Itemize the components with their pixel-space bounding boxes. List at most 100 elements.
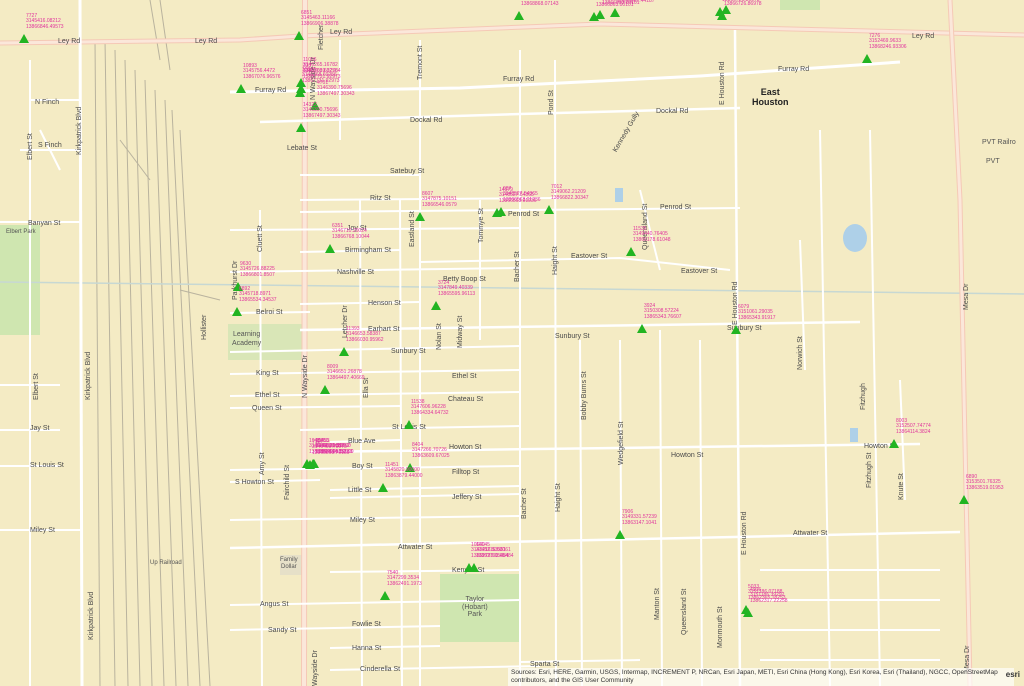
point-marker[interactable] bbox=[595, 10, 605, 19]
point-marker[interactable] bbox=[544, 205, 554, 214]
place-elbert-park: Elbert Park bbox=[6, 229, 36, 235]
street-manton-st: Manton St bbox=[654, 588, 661, 620]
street-monmouth-st: Monmouth St bbox=[717, 606, 724, 648]
point-marker[interactable] bbox=[496, 207, 506, 216]
point-label: 6890 3153501.76325 13863519.01953 bbox=[966, 474, 1004, 491]
street-ella-st: Ella St bbox=[363, 377, 370, 398]
point-marker[interactable] bbox=[626, 247, 636, 256]
street-fletcher: Fletcher bbox=[318, 24, 325, 50]
place-taylor-park: Taylor (Hobart) Park bbox=[462, 596, 488, 619]
street-hanna-st: Hanna St bbox=[352, 645, 382, 652]
street-furray-rd-c: Furray Rd bbox=[503, 76, 535, 83]
street-penrod-st-e: Penrod St bbox=[660, 204, 692, 211]
point-label: 3924 3150308.57224 13865343.76607 bbox=[644, 303, 682, 320]
street-boy-st: Boy St bbox=[352, 463, 373, 470]
street-kirkpatrick-n: Kirkpatrick Blvd bbox=[76, 106, 83, 155]
street-little-st: Little St bbox=[348, 487, 372, 494]
point-marker[interactable] bbox=[637, 324, 647, 333]
place-east-houston: East Houston bbox=[752, 87, 789, 107]
street-knute-st: Knute St bbox=[898, 473, 905, 500]
point-label: 6079 3151061.29035 13865343.91917 bbox=[738, 304, 776, 321]
street-bacher-st-s: Bacher St bbox=[521, 488, 528, 519]
point-label: 5558 3149862.52271 13866867.44187 bbox=[617, 0, 655, 4]
point-marker[interactable] bbox=[380, 591, 390, 600]
street-st-louis-st-w: St Louis St bbox=[30, 462, 64, 469]
point-marker[interactable] bbox=[339, 347, 349, 356]
elbert-park-area bbox=[0, 225, 40, 335]
street-furray-rd-w: Furray Rd bbox=[255, 87, 287, 94]
street-s-finch: S Finch bbox=[38, 142, 62, 149]
basemap bbox=[0, 0, 1024, 686]
point-marker[interactable] bbox=[615, 530, 625, 539]
point-marker[interactable] bbox=[236, 84, 246, 93]
street-wayside-s: Wayside Dr bbox=[312, 650, 319, 686]
street-ethel-st-w: Ethel St bbox=[255, 392, 280, 399]
street-dockal-rd-e: Dockal Rd bbox=[656, 108, 689, 115]
street-amy-st: Amy St bbox=[259, 452, 266, 475]
point-marker[interactable] bbox=[309, 459, 319, 468]
street-bacher-st-n: Bacher St bbox=[514, 251, 521, 282]
point-marker[interactable] bbox=[741, 605, 751, 614]
street-attwater-st-e: Attwater St bbox=[793, 530, 828, 537]
point-label: 11393 3146653.58387 13866030.95962 bbox=[346, 326, 384, 343]
point-label: 7012 3149062.21209 13866822.30347 bbox=[551, 184, 589, 201]
street-ley-rd-w: Ley Rd bbox=[58, 38, 81, 45]
street-jay-st: Jay St bbox=[30, 425, 50, 432]
street-wedgefield-st: Wedgefield St bbox=[618, 421, 625, 465]
street-queen-st: Queen St bbox=[252, 405, 282, 412]
street-howton-st-c: Howton St bbox=[449, 444, 482, 451]
point-marker[interactable] bbox=[889, 439, 899, 448]
point-label: 8404 3147266.70726 13863609.67025 bbox=[412, 442, 450, 459]
point-marker[interactable] bbox=[514, 11, 524, 20]
point-label: 6892 3145718.8971 13865534.34537 bbox=[239, 286, 277, 303]
point-label: 5033 3151186.07188 13862365.18253 bbox=[748, 584, 786, 601]
point-marker[interactable] bbox=[731, 325, 741, 334]
street-norwich-st: Norwich St bbox=[797, 336, 804, 370]
street-nolan-st: Nolan St bbox=[436, 323, 443, 350]
point-marker[interactable] bbox=[19, 34, 29, 43]
street-tremont-st: Tremont St bbox=[417, 45, 424, 80]
street-elbert-st-s: Elbert St bbox=[33, 373, 40, 400]
street-elbert-st-n: Elbert St bbox=[27, 133, 34, 160]
street-ethel-st-e: Ethel St bbox=[452, 373, 477, 380]
street-mesa-dr-n: Mesa Dr bbox=[963, 283, 970, 310]
point-marker[interactable] bbox=[717, 11, 727, 20]
point-label: 7906 3149331.57239 13863147.1041 bbox=[622, 509, 657, 526]
street-eastover-st-w: Eastover St bbox=[571, 253, 608, 260]
street-e-houston-rd-n: E Houston Rd bbox=[719, 61, 726, 105]
point-label: 11453 3146620.10000 13864960.50000 bbox=[316, 438, 354, 455]
street-ley-rd-e: Ley Rd bbox=[912, 33, 935, 40]
street-lebate-st: Lebate St bbox=[287, 145, 317, 152]
map-canvas[interactable]: East Houston Learning Academy Family Dol… bbox=[0, 0, 1024, 686]
point-marker[interactable] bbox=[294, 31, 304, 40]
point-marker[interactable] bbox=[431, 301, 441, 310]
point-label: 11451 3145820.90000 13863879.44000 bbox=[385, 462, 423, 479]
point-label: 6351 3146710.20024 13866768.10044 bbox=[332, 223, 370, 240]
street-howton-st-e: Howton St bbox=[671, 452, 704, 459]
street-cinderella-st: Cinderella St bbox=[360, 666, 401, 673]
place-learning-academy: Learning Academy bbox=[232, 331, 262, 347]
point-marker[interactable] bbox=[325, 244, 335, 253]
street-miley-st-w: Miley St bbox=[30, 527, 55, 534]
street-fairchild-st: Fairchild St bbox=[284, 464, 291, 500]
place-pvt-railroad: PVT Railro bbox=[982, 139, 1016, 146]
street-sunbury-st-w: Sunbury St bbox=[391, 348, 426, 355]
point-label: 8607 3147875.10151 13866546.0579 bbox=[422, 191, 457, 208]
point-marker[interactable] bbox=[610, 8, 620, 17]
street-penrod-st-w: Penrod St bbox=[508, 211, 540, 218]
street-jeffery-st: Jeffery St bbox=[452, 494, 482, 501]
point-marker[interactable] bbox=[378, 483, 388, 492]
point-marker[interactable] bbox=[232, 307, 242, 316]
point-marker[interactable] bbox=[469, 563, 479, 572]
point-marker[interactable] bbox=[296, 123, 306, 132]
point-marker[interactable] bbox=[415, 212, 425, 221]
point-marker[interactable] bbox=[320, 385, 330, 394]
point-label: 6851 3145463.11166 13866906.38878 bbox=[301, 10, 339, 27]
street-midway-st: Midway St bbox=[457, 315, 464, 348]
point-marker[interactable] bbox=[959, 495, 969, 504]
point-marker[interactable] bbox=[862, 54, 872, 63]
water-small bbox=[615, 188, 623, 202]
point-marker[interactable] bbox=[295, 88, 305, 97]
point-label: 7540 3147299.3534 13862491.1973 bbox=[387, 570, 422, 587]
point-marker[interactable] bbox=[404, 420, 414, 429]
